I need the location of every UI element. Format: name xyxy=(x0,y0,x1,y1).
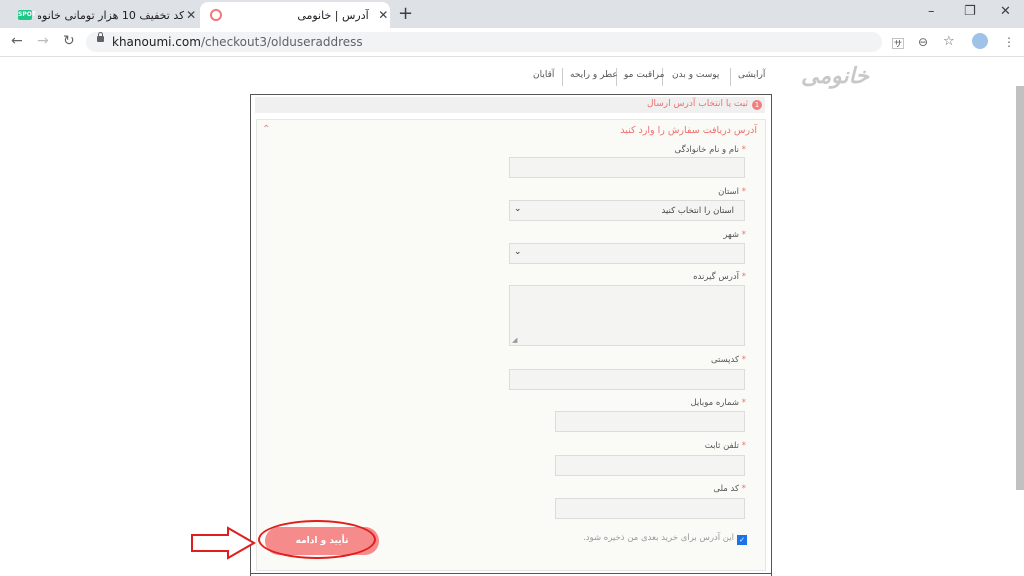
nav-divider xyxy=(730,68,731,86)
step-number-badge: 1 xyxy=(752,100,762,110)
close-icon[interactable]: ✕ xyxy=(184,8,198,22)
nav-divider xyxy=(562,68,563,86)
phone-input[interactable] xyxy=(555,455,745,476)
phone-label: * تلفن ثابت xyxy=(704,441,746,451)
back-arrow-icon[interactable]: ← xyxy=(11,33,23,49)
resize-grip-icon[interactable]: ◢ xyxy=(512,336,517,344)
spot-favicon-icon: SPOT xyxy=(18,10,36,20)
reload-icon[interactable]: ↻ xyxy=(63,33,75,49)
zoom-icon[interactable]: ⊖ xyxy=(918,35,928,49)
address-textarea[interactable]: ◢ xyxy=(509,285,745,346)
site-logo[interactable]: خانومی xyxy=(801,64,869,89)
restore-icon[interactable]: ❐ xyxy=(964,4,976,19)
province-select-value: استان را انتخاب کنید xyxy=(661,206,734,216)
province-select[interactable]: استان را انتخاب کنید ⌄ xyxy=(509,200,745,221)
province-label: * استان xyxy=(718,187,746,197)
chevron-up-icon[interactable]: ⌃ xyxy=(262,124,270,135)
section-title: آدرس دریافت سفارش را وارد کنید xyxy=(620,125,757,136)
khanoumi-favicon-icon xyxy=(210,9,222,21)
national-id-label: * کد ملی xyxy=(713,484,746,494)
nav-item-cosmetics[interactable]: آرایشی xyxy=(738,70,765,80)
nav-item-skin-body[interactable]: پوست و بدن xyxy=(672,70,719,80)
profile-avatar[interactable] xyxy=(972,33,988,49)
mobile-label: * شماره موبایل xyxy=(690,398,746,408)
nav-item-perfume[interactable]: عطر و رایحه xyxy=(570,70,618,80)
tab-discount[interactable]: SPOT کد تخفیف 10 هزار تومانی خانومی ر ✕ xyxy=(8,2,198,28)
url-path: /checkout3/olduseraddress xyxy=(200,35,363,49)
full-name-input[interactable] xyxy=(509,157,745,178)
chevron-down-icon: ⌄ xyxy=(514,247,522,257)
tab-address[interactable]: آدرس | خانومی ✕ xyxy=(200,2,390,28)
postal-code-input[interactable] xyxy=(509,369,745,390)
step-title: ثبت یا انتخاب آدرس ارسال xyxy=(646,99,748,109)
tab-title: کد تخفیف 10 هزار تومانی خانومی ر xyxy=(38,8,185,22)
address-label: * آدرس گیرنده xyxy=(693,272,746,282)
save-address-checkbox[interactable]: ✓ xyxy=(737,535,747,545)
star-icon[interactable]: ☆ xyxy=(943,34,955,49)
forward-arrow-icon[interactable]: → xyxy=(37,33,49,49)
city-select[interactable]: ⌄ xyxy=(509,243,745,264)
nav-item-hair-care[interactable]: مراقبت مو xyxy=(624,70,664,80)
url-host: khanoumi.com xyxy=(112,35,201,49)
postal-code-label: * کدپستی xyxy=(710,355,746,365)
translate-icon[interactable]: 🈂 xyxy=(892,35,904,52)
city-label: * شهر xyxy=(723,230,746,240)
ellipse-annotation xyxy=(258,520,376,559)
lock-icon xyxy=(97,32,104,42)
scrollbar[interactable] xyxy=(1016,86,1024,490)
close-icon[interactable]: ✕ xyxy=(377,8,390,22)
tab-title: آدرس | خانومی xyxy=(297,8,369,22)
chevron-down-icon: ⌄ xyxy=(514,204,522,214)
close-window-icon[interactable]: ✕ xyxy=(1000,4,1011,19)
url-text[interactable]: khanoumi.com/checkout3/olduseraddress xyxy=(112,35,363,49)
menu-dots-icon[interactable]: ⋮ xyxy=(1003,35,1015,49)
checkout-box-bottom xyxy=(250,572,772,576)
save-address-label: این آدرس برای خرید بعدی من ذخیره شود. xyxy=(583,533,734,543)
mobile-input[interactable] xyxy=(555,411,745,432)
minimize-icon[interactable]: – xyxy=(928,4,935,19)
arrow-right-annotation xyxy=(191,526,257,560)
plus-icon[interactable]: + xyxy=(398,3,413,24)
full-name-label: * نام و نام خانوادگی xyxy=(674,145,746,155)
national-id-input[interactable] xyxy=(555,498,745,519)
nav-item-men[interactable]: آقایان xyxy=(533,70,554,80)
